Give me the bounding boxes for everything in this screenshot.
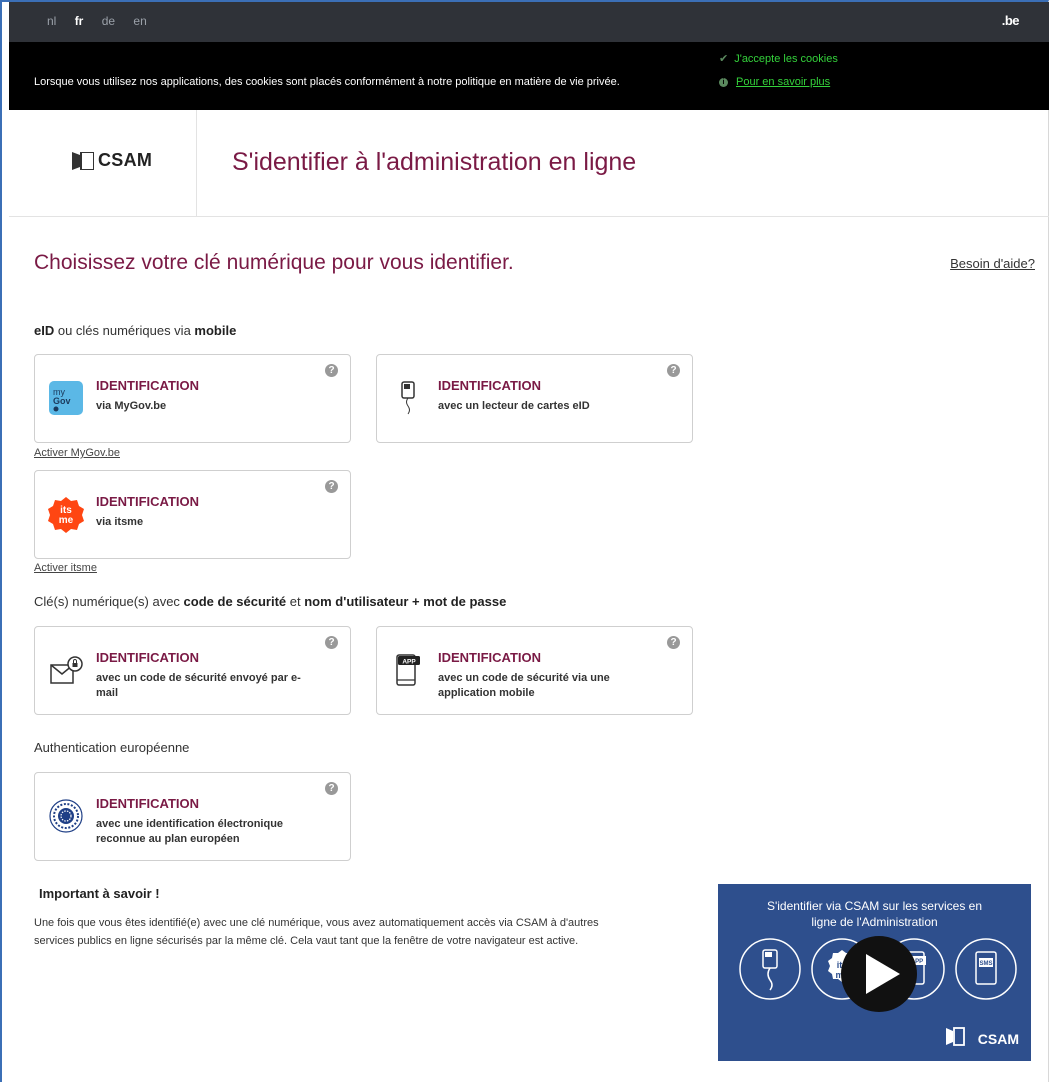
help-circle-icon[interactable]: ? xyxy=(667,636,680,649)
csam-logo-text: CSAM xyxy=(98,150,153,170)
lang-de[interactable]: de xyxy=(102,14,115,28)
section-code-text-1: Clé(s) numérique(s) avec xyxy=(34,594,184,609)
section-eid-mobile: eID ou clés numériques via mobile xyxy=(34,323,236,338)
card-description: via itsme xyxy=(96,516,144,528)
lang-fr[interactable]: fr xyxy=(75,14,84,28)
app-icon-text: APP xyxy=(402,658,416,665)
cookie-more-link[interactable]: i Pour en savoir plus xyxy=(719,76,830,88)
section-code-bold-2: nom d'utilisateur + mot de passe xyxy=(304,594,507,609)
section-code-bold-1: code de sécurité xyxy=(183,594,287,609)
card-description: avec un code de sécurité via une applica… xyxy=(438,672,610,699)
mygov-icon-text-2: Gov xyxy=(53,396,71,406)
section-mobile-bold: mobile xyxy=(194,323,237,338)
card-email-code[interactable]: ? IDENTIFICATION avec un code de sécurit… xyxy=(34,626,351,715)
card-app-code[interactable]: ? APP IDENTIFICATION avec un code de séc… xyxy=(376,626,693,715)
card-description: avec un lecteur de cartes eID xyxy=(438,400,590,412)
help-link[interactable]: Besoin d'aide? xyxy=(950,256,1035,271)
card-description: avec un code de sécurité envoyé par e-ma… xyxy=(96,672,301,699)
video-sms-text: SMS xyxy=(979,961,992,967)
card-title: IDENTIFICATION xyxy=(438,650,542,665)
section-eid-text: ou clés numériques via xyxy=(54,323,195,338)
mobile-app-icon: APP xyxy=(396,654,420,686)
section-security-code: Clé(s) numérique(s) avec code de sécurit… xyxy=(34,594,506,609)
card-title: IDENTIFICATION xyxy=(96,796,200,811)
card-title: IDENTIFICATION xyxy=(96,378,200,393)
important-text: Une fois que vous êtes identifié(e) avec… xyxy=(34,917,599,947)
check-icon: ✔ xyxy=(719,53,729,65)
section-code-text-2: et xyxy=(286,594,305,609)
accept-cookies-label: J'accepte les cookies xyxy=(734,53,838,65)
card-eu-eid[interactable]: ? IDENTIFICATION avec une identification… xyxy=(34,772,351,861)
video-sms-icon xyxy=(955,938,1017,1000)
lang-en[interactable]: en xyxy=(133,14,146,28)
section-european: Authentication européenne xyxy=(34,740,190,755)
language-switcher: nl fr de en xyxy=(47,14,162,28)
csam-logo[interactable]: CSAM xyxy=(9,110,197,217)
card-reader-icon xyxy=(401,381,415,415)
help-circle-icon[interactable]: ? xyxy=(667,364,680,377)
cookie-banner: Lorsque vous utilisez nos applications, … xyxy=(9,42,1049,110)
csam-door-icon xyxy=(72,152,94,170)
help-circle-icon[interactable]: ? xyxy=(325,636,338,649)
help-circle-icon[interactable]: ? xyxy=(325,480,338,493)
important-heading: Important à savoir ! xyxy=(39,886,160,901)
card-description: via MyGov.be xyxy=(96,400,167,412)
activate-mygov-link[interactable]: Activer MyGov.be xyxy=(34,447,120,459)
page-header: CSAM S'identifier à l'administration en … xyxy=(9,110,1049,217)
accept-cookies-button[interactable]: ✔ J'accepte les cookies xyxy=(719,52,838,65)
be-logo[interactable]: .be xyxy=(1002,13,1020,28)
help-circle-icon[interactable]: ? xyxy=(325,782,338,795)
language-bar: nl fr de en .be xyxy=(9,2,1049,42)
eu-stars-icon xyxy=(49,799,83,833)
card-title: IDENTIFICATION xyxy=(96,650,200,665)
card-title: IDENTIFICATION xyxy=(96,494,200,509)
help-circle-icon[interactable]: ? xyxy=(325,364,338,377)
activate-itsme-link[interactable]: Activer itsme xyxy=(34,562,97,574)
main-heading: Choisissez votre clé numérique pour vous… xyxy=(34,251,514,274)
email-lock-icon xyxy=(50,656,83,684)
cookie-more-label: Pour en savoir plus xyxy=(736,76,831,88)
card-itsme[interactable]: ? its me IDENTIFICATION via itsme xyxy=(34,470,351,559)
card-eid-reader[interactable]: ? IDENTIFICATION avec un lecteur de cart… xyxy=(376,354,693,443)
card-mygov[interactable]: ? my Gov IDENTIFICATION via MyGov.be xyxy=(34,354,351,443)
card-title: IDENTIFICATION xyxy=(438,378,542,393)
itsme-icon-text-2: me xyxy=(59,515,74,526)
card-description: avec une identification électronique rec… xyxy=(96,818,284,845)
important-info: Important à savoir ! Une fois que vous ê… xyxy=(34,886,599,947)
video-player[interactable]: S'identifier via CSAM sur les services e… xyxy=(718,884,1031,1061)
info-icon: i xyxy=(719,78,728,87)
page-title: S'identifier à l'administration en ligne xyxy=(232,148,637,176)
mygov-icon: my Gov xyxy=(49,381,83,415)
itsme-icon: its me xyxy=(48,497,84,533)
video-csam-logo-text: CSAM xyxy=(977,1031,1019,1047)
lang-nl[interactable]: nl xyxy=(47,14,56,28)
section-eid-bold: eID xyxy=(34,323,55,338)
cookie-message: Lorsque vous utilisez nos applications, … xyxy=(34,76,620,88)
